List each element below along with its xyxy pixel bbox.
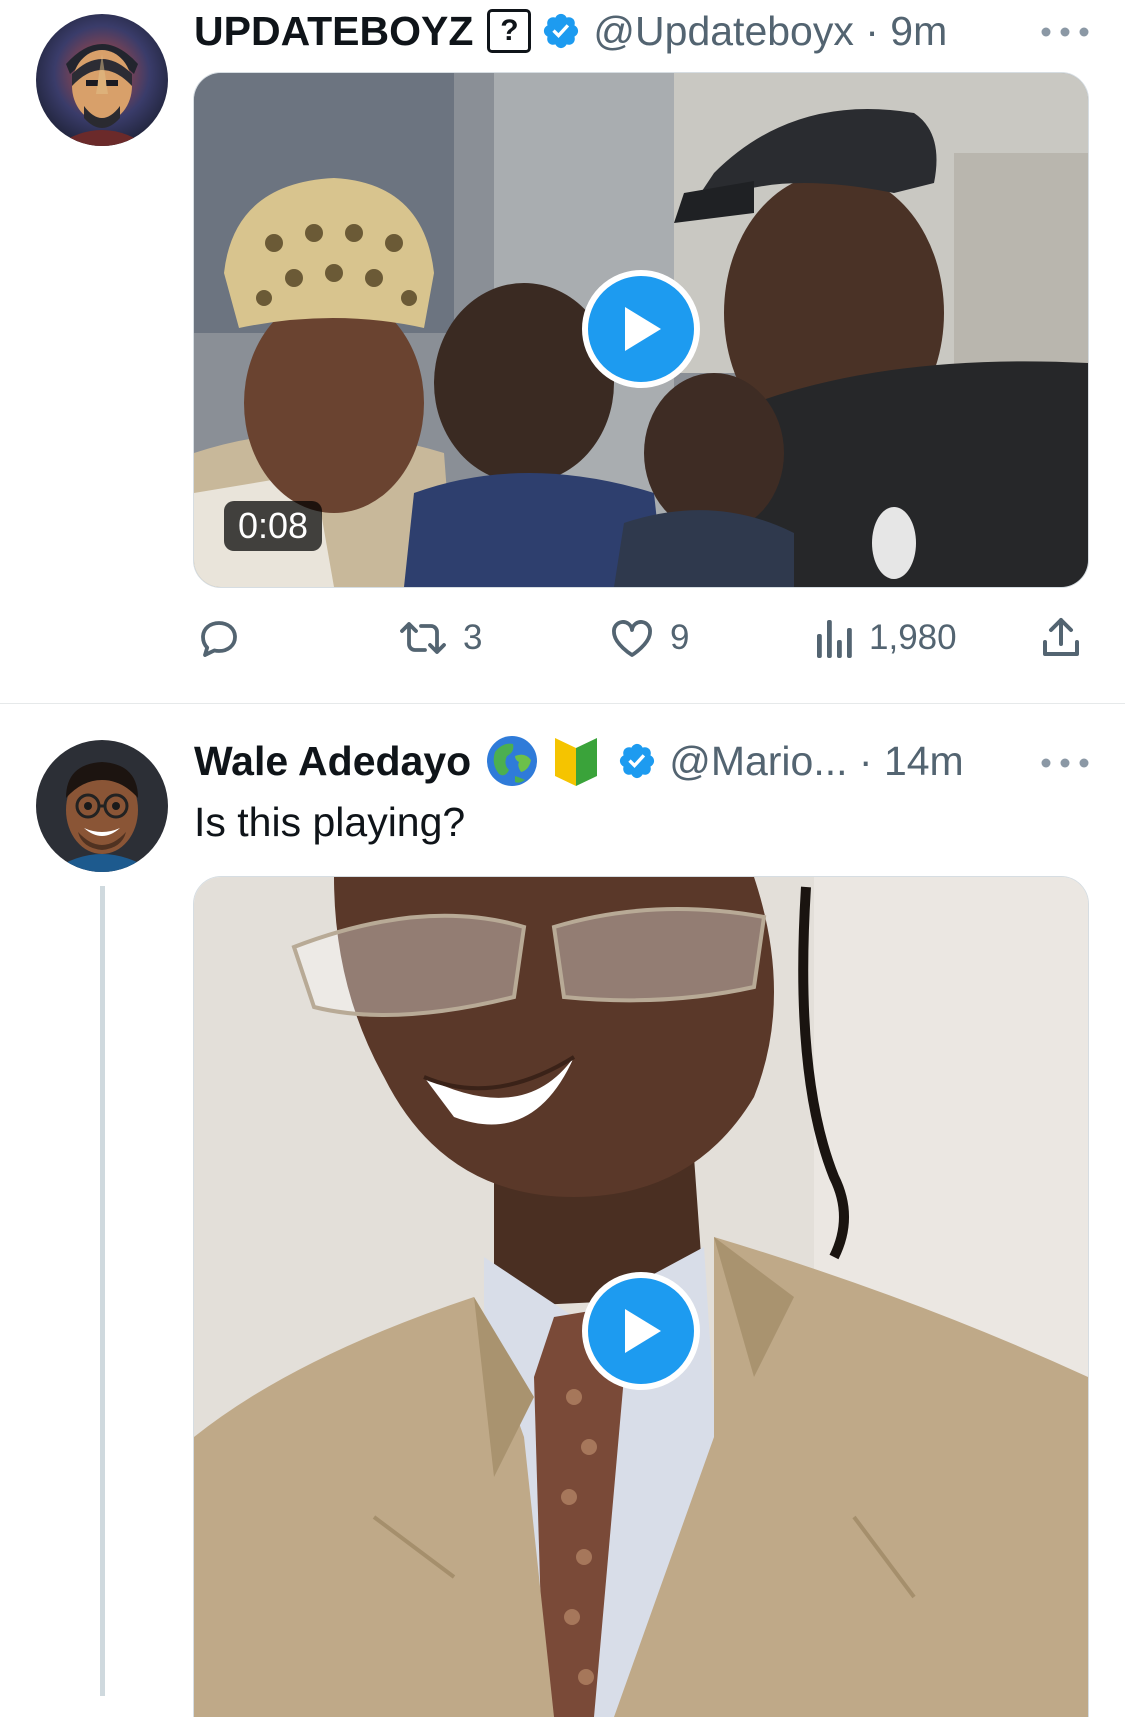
globe-emoji-icon [485,734,539,788]
views-button[interactable]: 1,980 [813,614,957,662]
video-thumbnail[interactable]: 0:08 [193,72,1089,588]
tweet-header: Wale Adedayo @Mario... · 14m [194,734,964,788]
tweet-header: UPDATEBOYZ ? @Updateboyx · 9m [194,7,947,55]
display-name[interactable]: UPDATEBOYZ [194,7,473,55]
play-button[interactable] [582,270,700,388]
tweet-updateboyz[interactable]: UPDATEBOYZ ? @Updateboyx · 9m 0:08 3 9 1… [0,0,1125,703]
tweet-text: Is this playing? [194,799,466,845]
retweet-button[interactable]: 3 [397,614,482,662]
retweet-count: 3 [463,618,483,657]
play-button[interactable] [582,1272,700,1390]
play-icon [625,1309,661,1353]
avatar-image [36,14,168,146]
reply-icon [201,621,237,657]
unknown-badge: ? [487,9,532,53]
avatar[interactable] [36,14,168,146]
verified-badge-icon [617,741,657,781]
video-duration: 0:08 [224,501,323,551]
more-dots-icon[interactable] [1040,25,1090,37]
avatar[interactable] [36,740,168,872]
like-button[interactable]: 9 [608,614,689,662]
heart-icon [612,620,652,657]
verified-badge-icon [541,11,581,51]
handle-and-time[interactable]: @Updateboyx · 9m [593,7,947,55]
thread-line [100,886,105,1696]
video-thumbnail[interactable] [193,876,1089,1717]
share-button[interactable] [1037,614,1085,662]
action-bar: 3 9 1,980 [193,610,1087,670]
share-icon [1043,618,1079,656]
views-count: 1,980 [869,618,957,657]
display-name[interactable]: Wale Adedayo [194,737,471,785]
beginner-emoji-icon [549,734,603,788]
retweet-icon [400,622,446,654]
handle-and-time[interactable]: @Mario... · 14m [669,737,964,785]
views-chart-icon [817,620,852,658]
more-dots-icon[interactable] [1040,756,1090,768]
play-icon [625,307,661,351]
avatar-image [36,740,168,872]
tweet-wale-adedayo[interactable]: Wale Adedayo @Mario... · 14m Is this pla… [0,704,1125,1717]
reply-button[interactable] [195,614,243,662]
like-count: 9 [670,618,690,657]
